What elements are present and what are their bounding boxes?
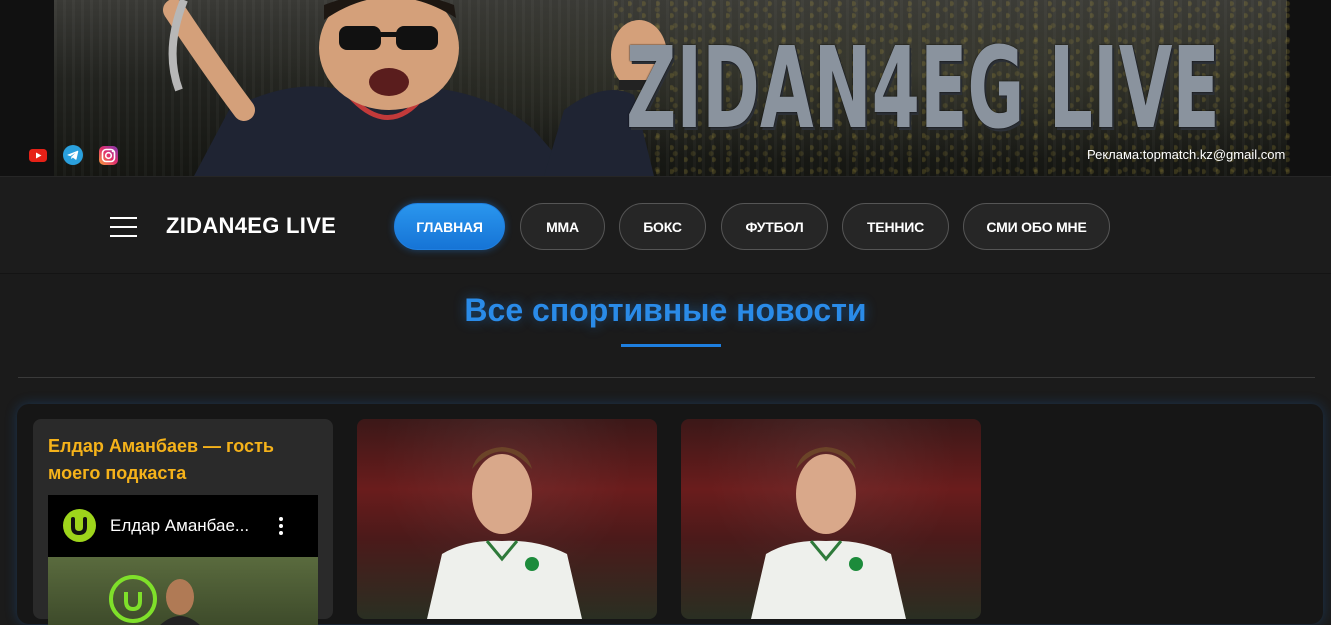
header-banner: ZIDAN4EG LIVE Реклама:topmatch.kz@gmail.… [0, 0, 1331, 176]
video-thumbnail-art [109, 575, 200, 625]
video-thumbnail[interactable] [48, 557, 318, 625]
youtube-icon[interactable] [28, 145, 48, 165]
telegram-icon[interactable] [63, 145, 83, 165]
menu-icon[interactable] [110, 217, 137, 237]
nav-item-mma[interactable]: MMA [520, 203, 605, 250]
news-card-image [751, 447, 906, 619]
section-title: Все спортивные новости [464, 292, 867, 328]
host-photo [163, 0, 667, 176]
news-card-image [427, 447, 582, 619]
instagram-icon[interactable] [98, 145, 118, 165]
nav-item-football[interactable]: ФУТБОЛ [721, 203, 828, 250]
section-divider [18, 377, 1315, 378]
section-underline [621, 344, 721, 347]
channel-avatar[interactable] [63, 509, 96, 542]
video-embed[interactable]: Елдар Аманбае... [48, 495, 318, 625]
nav-item-home[interactable]: ГЛАВНАЯ [394, 203, 505, 250]
news-card[interactable] [681, 419, 981, 619]
podcast-card: Елдар Аманбаев — гость моего подкаста Ел… [33, 419, 333, 625]
video-title[interactable]: Елдар Аманбае... [110, 516, 249, 536]
nav-item-boxing[interactable]: БОКС [619, 203, 706, 250]
banner-logo: ZIDAN4EG LIVE [626, 24, 1220, 154]
main-navbar: ZIDAN4EG LIVE ГЛАВНАЯ MMA БОКС ФУТБОЛ ТЕ… [0, 176, 1331, 274]
site-title[interactable]: ZIDAN4EG LIVE [166, 213, 336, 239]
more-options-icon[interactable] [276, 515, 286, 537]
news-card[interactable] [357, 419, 657, 619]
nav-item-tennis[interactable]: ТЕННИС [842, 203, 949, 250]
podcast-title[interactable]: Елдар Аманбаев — гость моего подкаста [48, 433, 318, 487]
nav-item-media[interactable]: СМИ ОБО МНЕ [963, 203, 1110, 250]
advertising-contact: Реклама:topmatch.kz@gmail.com [1087, 147, 1286, 162]
